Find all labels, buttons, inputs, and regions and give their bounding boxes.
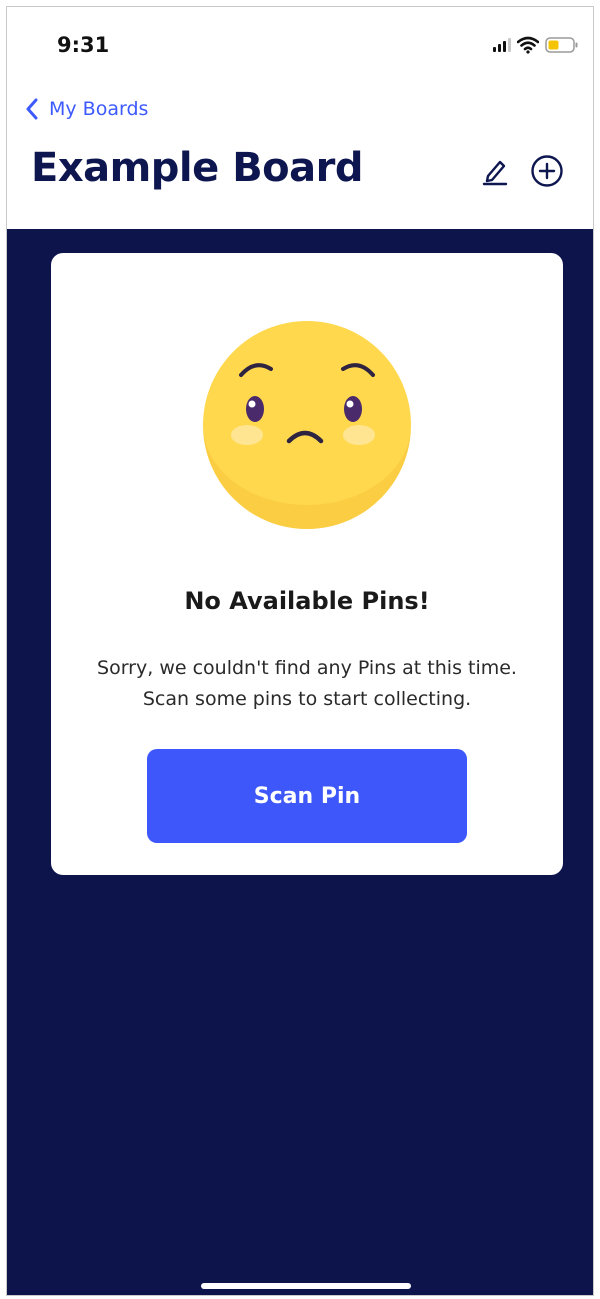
edit-button[interactable] [477, 153, 513, 189]
battery-icon [545, 37, 578, 53]
back-label: My Boards [49, 98, 149, 120]
status-bar: 9:31 [7, 7, 593, 85]
home-indicator[interactable] [201, 1283, 411, 1289]
add-pin-button[interactable] [529, 153, 565, 189]
scan-pin-button[interactable]: Scan Pin [147, 749, 467, 843]
page-title: Example Board [31, 145, 364, 191]
pencil-icon [482, 160, 508, 186]
wifi-icon [517, 36, 539, 54]
back-button[interactable]: My Boards [25, 95, 148, 123]
empty-state-message: Sorry, we couldn't find any Pins at this… [97, 657, 517, 710]
chevron-left-icon [26, 98, 38, 120]
status-time: 9:31 [57, 33, 110, 57]
board-content: No Available Pins! Sorry, we couldn't fi… [7, 229, 593, 1295]
phone-screen: 9:31 My Boards Example Board No Availabl… [6, 6, 594, 1296]
sad-face-emoji-icon [203, 321, 411, 529]
status-icons [493, 33, 579, 57]
cellular-signal-icon [493, 38, 511, 52]
empty-state-title: No Available Pins! [184, 587, 430, 615]
empty-state-card: No Available Pins! Sorry, we couldn't fi… [51, 253, 563, 875]
plus-circle-icon [531, 155, 563, 187]
